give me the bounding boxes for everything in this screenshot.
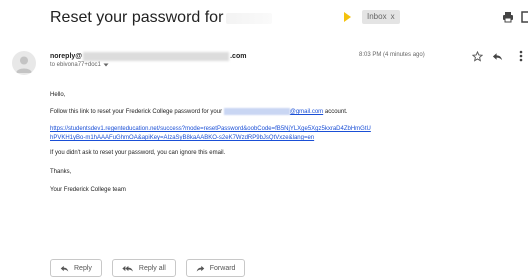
email-view: Reset your password for Inbox x noreply@ — [0, 0, 528, 277]
instruction-text: Follow this link to reset your Frederick… — [50, 108, 348, 116]
reply-icon[interactable] — [490, 49, 504, 63]
greeting-text: Hello, — [50, 92, 66, 98]
recipient-line[interactable]: to ebivona77+doc1 — [50, 62, 109, 68]
reply-all-icon — [122, 264, 134, 273]
reset-link-line-2[interactable]: hPVKH1yBo-m1hAAAFuGhmOA&apiKey=AIzaSyB8k… — [50, 134, 314, 142]
important-icon[interactable] — [344, 12, 351, 22]
signature-text: Your Frederick College team — [50, 187, 126, 193]
reset-link-line-1[interactable]: https://studentsdev1.regenteducation.net… — [50, 125, 371, 133]
redacted-sender-address — [83, 51, 230, 61]
forward-button[interactable]: Forward — [185, 259, 246, 277]
instruction-suffix: account. — [324, 109, 348, 116]
redacted-user-email — [223, 108, 290, 115]
reply-all-button[interactable]: Reply all — [111, 259, 176, 277]
star-icon[interactable] — [470, 49, 484, 63]
sender-avatar — [12, 51, 36, 75]
email-timestamp: 8:03 PM (4 minutes ago) — [359, 52, 425, 58]
inbox-label-text: Inbox — [367, 12, 387, 21]
person-icon — [12, 51, 36, 75]
remove-label-icon[interactable]: x — [391, 10, 395, 24]
sender-domain: .com — [230, 52, 247, 60]
instruction-prefix: Follow this link to reset your Frederick… — [50, 109, 223, 116]
print-icon[interactable] — [500, 9, 516, 25]
ignore-text: If you didn't ask to reset your password… — [50, 150, 226, 156]
thanks-text: Thanks, — [50, 169, 72, 175]
chevron-down-icon[interactable] — [103, 62, 109, 68]
reply-all-label: Reply all — [138, 264, 166, 272]
reply-label: Reply — [74, 264, 92, 272]
more-vert-icon[interactable] — [514, 49, 528, 63]
email-actions: Reply Reply all Forward — [50, 259, 246, 277]
forward-icon — [196, 264, 205, 273]
email-subject: Reset your password for — [50, 9, 224, 26]
recipient-text: to ebivona77+doc1 — [50, 62, 101, 68]
reply-button[interactable]: Reply — [50, 259, 102, 277]
sender-line: noreply@ .com — [50, 50, 246, 62]
user-email-domain[interactable]: @gmail.com — [290, 109, 323, 115]
redacted-subject-part — [226, 12, 273, 24]
open-in-new-window-icon[interactable] — [518, 9, 528, 25]
forward-label: Forward — [209, 264, 236, 272]
subject-row: Reset your password for — [50, 8, 273, 28]
reply-icon — [60, 264, 69, 273]
sender-name: noreply@ — [50, 52, 83, 60]
inbox-label-chip[interactable]: Inbox x — [362, 10, 400, 24]
